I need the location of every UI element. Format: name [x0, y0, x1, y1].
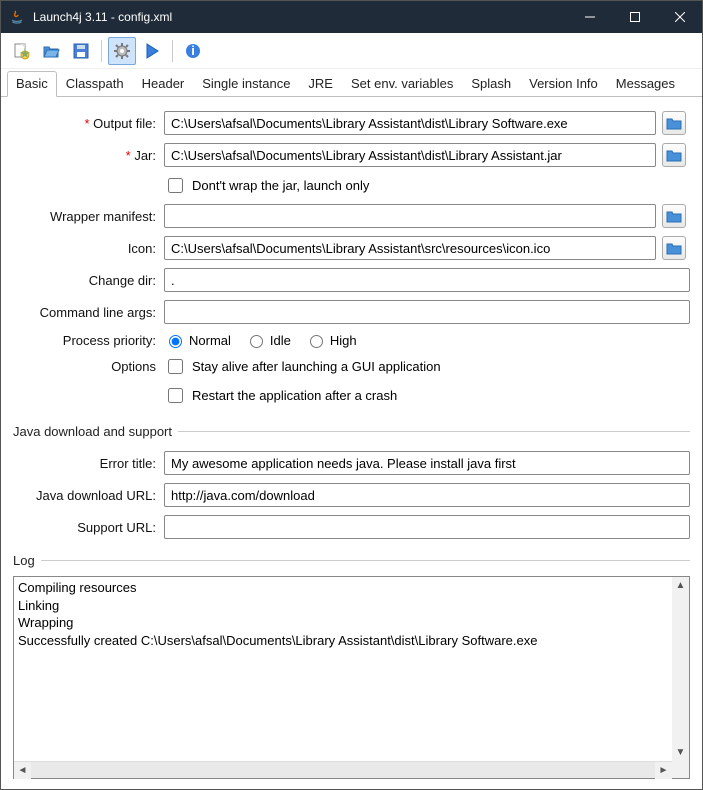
label-process-priority: Process priority: [13, 333, 158, 348]
priority-normal-radio[interactable] [169, 335, 182, 348]
label-change-dir: Change dir: [13, 273, 158, 288]
icon-input[interactable] [164, 236, 656, 260]
label-stay-alive: Stay alive after launching a GUI applica… [192, 359, 441, 374]
tab-basic[interactable]: Basic [7, 71, 57, 97]
label-output-file: Output file: [13, 116, 158, 131]
label-priority-normal: Normal [189, 333, 231, 348]
label-priority-high: High [330, 333, 357, 348]
tab-splash[interactable]: Splash [462, 71, 520, 96]
browse-jar-button[interactable] [662, 143, 686, 167]
log-vertical-scrollbar[interactable]: ▲ ▼ [672, 577, 689, 761]
toolbar-separator [101, 40, 102, 62]
new-button[interactable]: ★ [7, 37, 35, 65]
label-options: Options [13, 359, 158, 374]
about-button[interactable]: i [179, 37, 207, 65]
svg-text:★: ★ [19, 46, 30, 60]
open-button[interactable] [37, 37, 65, 65]
browse-output-file-button[interactable] [662, 111, 686, 135]
tab-jre[interactable]: JRE [299, 71, 342, 96]
tab-messages[interactable]: Messages [607, 71, 684, 96]
label-download-url: Java download URL: [13, 488, 158, 503]
label-priority-idle: Idle [270, 333, 291, 348]
log-textarea[interactable]: Compiling resources Linking Wrapping Suc… [14, 577, 672, 761]
label-cmd-args: Command line args: [13, 305, 158, 320]
change-dir-input[interactable] [164, 268, 690, 292]
build-button[interactable] [108, 37, 136, 65]
title-bar: Launch4j 3.11 - config.xml [1, 1, 702, 33]
label-icon: Icon: [13, 241, 158, 256]
label-support-url: Support URL: [13, 520, 158, 535]
log-fieldset: Log Compiling resources Linking Wrapping… [13, 553, 690, 779]
tab-header[interactable]: Header [133, 71, 194, 96]
label-dont-wrap: Dont't wrap the jar, launch only [192, 178, 369, 193]
label-jar: Jar: [13, 148, 158, 163]
svg-text:i: i [191, 43, 195, 58]
toolbar: ★ i [1, 33, 702, 69]
scroll-left-icon[interactable]: ◄ [14, 762, 31, 779]
cmd-args-input[interactable] [164, 300, 690, 324]
priority-idle-radio[interactable] [250, 335, 263, 348]
jar-input[interactable] [164, 143, 656, 167]
priority-high-radio[interactable] [310, 335, 323, 348]
java-download-legend: Java download and support [13, 424, 178, 439]
stay-alive-checkbox[interactable] [168, 359, 183, 374]
browse-manifest-button[interactable] [662, 204, 686, 228]
java-download-fieldset: Java download and support Error title: J… [13, 424, 690, 539]
scroll-down-icon[interactable]: ▼ [672, 744, 689, 761]
download-url-input[interactable] [164, 483, 690, 507]
dont-wrap-checkbox[interactable] [168, 178, 183, 193]
restart-checkbox[interactable] [168, 388, 183, 403]
close-button[interactable] [657, 1, 702, 33]
log-legend: Log [13, 553, 41, 568]
minimize-button[interactable] [567, 1, 612, 33]
support-url-input[interactable] [164, 515, 690, 539]
tab-classpath[interactable]: Classpath [57, 71, 133, 96]
tab-version-info[interactable]: Version Info [520, 71, 607, 96]
run-button[interactable] [138, 37, 166, 65]
scroll-right-icon[interactable]: ► [655, 762, 672, 779]
wrapper-manifest-input[interactable] [164, 204, 656, 228]
save-button[interactable] [67, 37, 95, 65]
label-wrapper-manifest: Wrapper manifest: [13, 209, 158, 224]
label-error-title: Error title: [13, 456, 158, 471]
window-title: Launch4j 3.11 - config.xml [33, 10, 567, 24]
log-horizontal-scrollbar[interactable]: ◄ ► [14, 761, 672, 778]
java-icon [9, 9, 25, 25]
output-file-input[interactable] [164, 111, 656, 135]
browse-icon-button[interactable] [662, 236, 686, 260]
label-restart: Restart the application after a crash [192, 388, 397, 403]
error-title-input[interactable] [164, 451, 690, 475]
maximize-button[interactable] [612, 1, 657, 33]
tab-env-vars[interactable]: Set env. variables [342, 71, 462, 96]
tab-bar: Basic Classpath Header Single instance J… [1, 69, 702, 97]
tab-content-basic: Output file: Jar: Dont't wrap the jar, l… [1, 97, 702, 789]
toolbar-separator [172, 40, 173, 62]
tab-single-instance[interactable]: Single instance [193, 71, 299, 96]
scroll-up-icon[interactable]: ▲ [672, 577, 689, 594]
